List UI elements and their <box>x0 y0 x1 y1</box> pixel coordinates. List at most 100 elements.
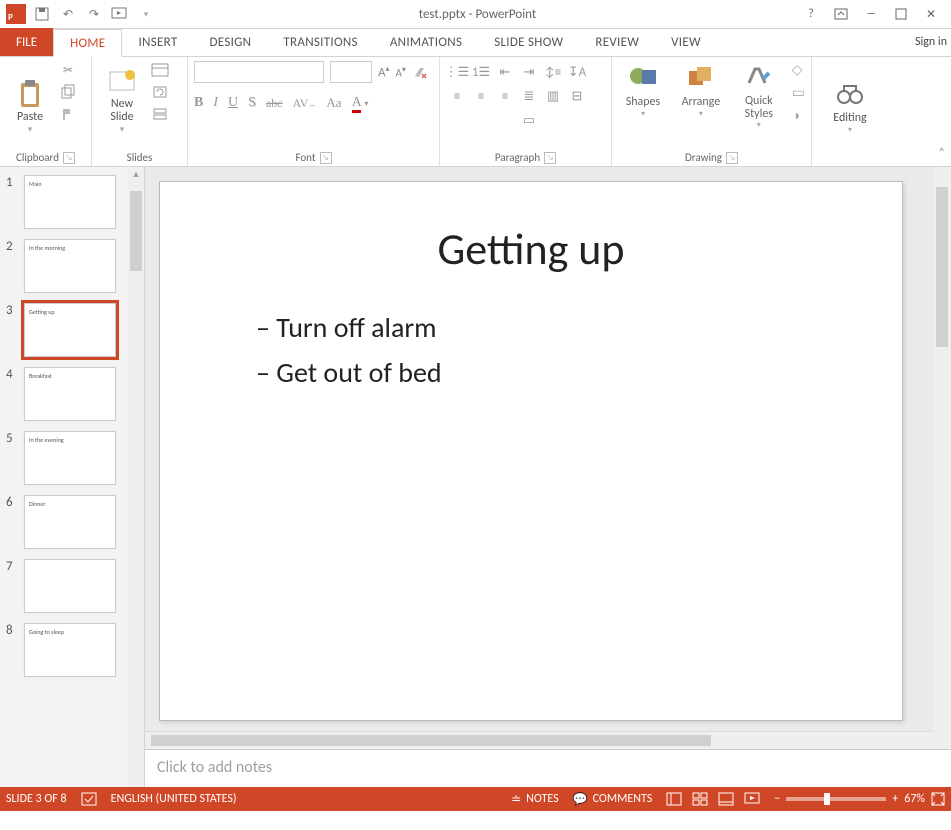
undo-button[interactable]: ↶ <box>56 2 80 26</box>
columns-button[interactable]: ▥ <box>542 85 564 107</box>
drawing-launcher[interactable]: ↘ <box>726 152 738 164</box>
thumbnail-slide-1[interactable]: 1Main <box>0 167 144 231</box>
zoom-out-button[interactable]: − <box>774 792 780 806</box>
start-slideshow-button[interactable] <box>108 2 132 26</box>
shape-fill-button[interactable]: ◇ <box>792 61 805 78</box>
slide-title[interactable]: Getting up <box>160 222 902 276</box>
new-slide-button[interactable]: New Slide ▾ <box>98 61 146 135</box>
thumbnail-slide-5[interactable]: 5In the evening <box>0 423 144 487</box>
redo-button[interactable]: ↷ <box>82 2 106 26</box>
underline-button[interactable]: U <box>228 95 238 111</box>
tab-animations[interactable]: ANIMATIONS <box>374 28 478 56</box>
vertical-scrollbar[interactable] <box>933 167 951 749</box>
ribbon-display-button[interactable] <box>827 3 855 25</box>
bullets-button[interactable]: ⋮☰ <box>446 61 468 83</box>
paragraph-launcher[interactable]: ↘ <box>544 152 556 164</box>
help-button[interactable]: ? <box>797 3 825 25</box>
qat-customize[interactable]: ▾ <box>134 2 158 26</box>
layout-button[interactable] <box>150 61 170 79</box>
clipboard-launcher[interactable]: ↘ <box>63 152 75 164</box>
tab-home[interactable]: HOME <box>53 29 122 57</box>
decrease-font-button[interactable]: A▾ <box>396 65 406 80</box>
language-button[interactable]: ENGLISH (UNITED STATES) <box>111 792 237 806</box>
close-button[interactable]: ✕ <box>917 3 945 25</box>
increase-indent-button[interactable]: ⇥ <box>518 61 540 83</box>
convert-smartart-button[interactable]: ▭ <box>518 109 540 131</box>
slide-body[interactable]: Turn off alarm Get out of bed <box>256 310 902 390</box>
paste-button[interactable]: Paste ▾ <box>6 61 54 135</box>
arrange-button[interactable]: Arrange▾ <box>676 61 726 119</box>
bullet-item[interactable]: Get out of bed <box>256 355 902 390</box>
thumb-scrollbar[interactable]: ▴ <box>128 167 144 787</box>
zoom-slider-thumb[interactable] <box>824 793 830 805</box>
numbering-button[interactable]: 1☰ <box>470 61 492 83</box>
thumbnail-slide-7[interactable]: 7 <box>0 551 144 615</box>
v-scroll-handle[interactable] <box>936 187 948 347</box>
clear-formatting-button[interactable] <box>412 64 428 80</box>
thumbnail-preview[interactable] <box>24 559 116 613</box>
italic-button[interactable]: I <box>213 95 218 111</box>
thumbnail-preview[interactable]: Getting up <box>24 303 116 357</box>
tab-transitions[interactable]: TRANSITIONS <box>267 28 373 56</box>
cut-button[interactable]: ✂ <box>58 61 78 79</box>
align-text-button[interactable]: ⊟ <box>566 85 588 107</box>
thumbnail-slide-6[interactable]: 6Dinner <box>0 487 144 551</box>
minimize-button[interactable]: ― <box>857 3 885 25</box>
strike-button[interactable]: abc <box>266 96 283 111</box>
increase-font-button[interactable]: A▴ <box>378 64 390 80</box>
change-case-button[interactable]: Aa <box>326 95 341 111</box>
thumbnail-preview[interactable]: Breakfast <box>24 367 116 421</box>
shadow-button[interactable]: S <box>248 95 256 111</box>
bold-button[interactable]: B <box>194 95 203 111</box>
editing-button[interactable]: Editing▾ <box>822 61 878 135</box>
text-direction-button[interactable]: ↧A <box>566 61 588 83</box>
tab-design[interactable]: DESIGN <box>194 28 268 56</box>
quick-styles-button[interactable]: Quick Styles▾ <box>734 61 784 130</box>
bullet-item[interactable]: Turn off alarm <box>256 310 902 345</box>
section-button[interactable] <box>150 105 170 123</box>
tab-slideshow[interactable]: SLIDE SHOW <box>478 28 579 56</box>
tab-view[interactable]: VIEW <box>655 28 717 56</box>
zoom-control[interactable]: − + 67% <box>774 792 945 806</box>
decrease-indent-button[interactable]: ⇤ <box>494 61 516 83</box>
thumb-scroll-handle[interactable] <box>130 191 142 271</box>
sign-in-link[interactable]: Sign in <box>915 35 947 49</box>
slide-canvas[interactable]: Getting up Turn off alarm Get out of bed <box>159 181 903 721</box>
format-painter-button[interactable] <box>58 105 78 123</box>
zoom-slider[interactable] <box>786 797 886 801</box>
comments-button[interactable]: 💬 COMMENTS <box>573 792 653 807</box>
font-family-combo[interactable] <box>194 61 324 83</box>
slideshow-view-button[interactable] <box>744 792 760 806</box>
char-spacing-button[interactable]: AV↔ <box>293 96 317 111</box>
slide-position[interactable]: SLIDE 3 OF 8 <box>6 792 67 806</box>
thumbnail-slide-4[interactable]: 4Breakfast <box>0 359 144 423</box>
normal-view-button[interactable] <box>666 792 682 806</box>
align-left-button[interactable]: ≡ <box>446 85 468 107</box>
sorter-view-button[interactable] <box>692 792 708 806</box>
reading-view-button[interactable] <box>718 792 734 806</box>
shape-effects-button[interactable]: ◑ <box>792 107 805 124</box>
copy-button[interactable] <box>58 83 78 101</box>
spellcheck-button[interactable] <box>81 792 97 806</box>
font-color-button[interactable]: A ▾ <box>352 95 369 111</box>
zoom-in-button[interactable]: + <box>892 792 898 806</box>
thumbnail-slide-3[interactable]: 3Getting up <box>0 295 144 359</box>
font-size-combo[interactable] <box>330 61 372 83</box>
line-spacing-button[interactable]: ↕≡ <box>542 61 564 83</box>
zoom-level[interactable]: 67% <box>904 792 925 806</box>
shapes-button[interactable]: Shapes▾ <box>618 61 668 119</box>
tab-insert[interactable]: INSERT <box>122 28 193 56</box>
align-right-button[interactable]: ≡ <box>494 85 516 107</box>
thumbnail-preview[interactable]: Main <box>24 175 116 229</box>
maximize-button[interactable] <box>887 3 915 25</box>
fit-to-window-button[interactable] <box>931 792 945 806</box>
horizontal-scrollbar[interactable] <box>145 731 951 749</box>
thumbnail-slide-2[interactable]: 2In the morning <box>0 231 144 295</box>
thumbnail-pane[interactable]: ▴ 1Main2In the morning3Getting up4Breakf… <box>0 167 145 787</box>
thumbnail-preview[interactable]: In the evening <box>24 431 116 485</box>
file-tab[interactable]: FILE <box>0 28 53 56</box>
tab-review[interactable]: REVIEW <box>579 28 655 56</box>
thumbnail-preview[interactable]: Going to sleep <box>24 623 116 677</box>
thumbnail-slide-8[interactable]: 8Going to sleep <box>0 615 144 679</box>
thumbnail-preview[interactable]: In the morning <box>24 239 116 293</box>
